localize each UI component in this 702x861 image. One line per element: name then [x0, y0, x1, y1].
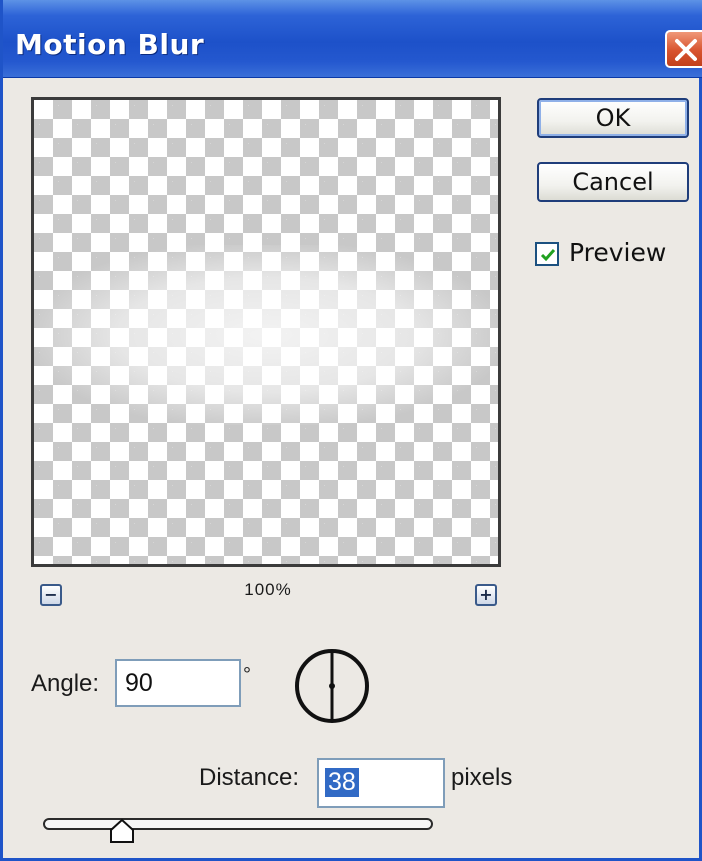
cancel-button[interactable]: Cancel [537, 162, 689, 202]
slider-thumb-icon[interactable] [109, 818, 135, 844]
angle-label: Angle: [31, 670, 100, 697]
minus-icon: − [44, 585, 58, 604]
preview-label: Preview [569, 238, 667, 267]
angle-dial-icon[interactable] [292, 646, 372, 726]
zoom-level: 100% [244, 580, 292, 599]
distance-slider[interactable] [43, 818, 433, 830]
angle-input[interactable]: 90 [115, 659, 241, 707]
title-bar[interactable]: Motion Blur [3, 0, 702, 78]
close-button[interactable] [665, 30, 702, 68]
preview-checkbox-row[interactable]: Preview [535, 238, 695, 272]
distance-input[interactable]: 38 [317, 758, 445, 808]
checkmark-icon [540, 249, 556, 262]
plus-icon: + [479, 585, 493, 604]
blur-preview-effect [34, 245, 498, 425]
zoom-in-button[interactable]: + [475, 584, 497, 606]
motion-blur-dialog: Motion Blur − 100% + OK Cancel Preview A… [0, 0, 702, 861]
close-icon [675, 39, 697, 61]
preview-checkbox[interactable] [535, 242, 559, 266]
window-title: Motion Blur [15, 28, 205, 61]
zoom-out-button[interactable]: − [40, 584, 62, 606]
distance-value-selected: 38 [325, 768, 359, 797]
preview-canvas[interactable] [31, 97, 501, 567]
distance-label: Distance: [199, 764, 300, 791]
degree-symbol: ° [243, 664, 251, 686]
ok-button[interactable]: OK [537, 98, 689, 138]
distance-units: pixels [451, 764, 513, 791]
